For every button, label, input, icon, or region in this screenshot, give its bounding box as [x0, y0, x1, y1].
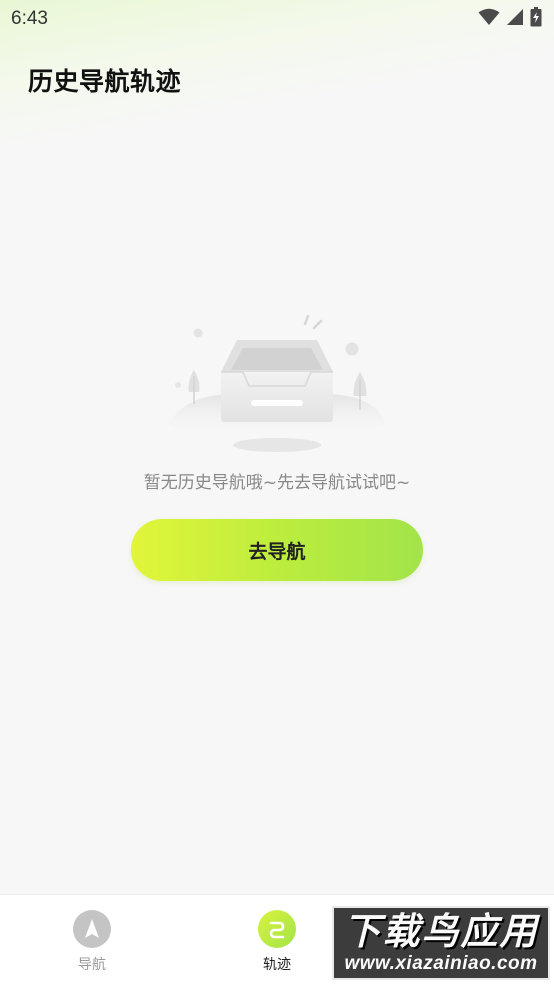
status-bar: 6:43: [0, 0, 554, 38]
signal-icon: [506, 8, 524, 30]
nav-item-navigation-label: 导航: [78, 957, 106, 973]
navigation-arrow-icon: [73, 910, 111, 948]
empty-state-message: 暂无历史导航哦~先去导航试试吧~: [143, 473, 411, 493]
empty-tray-icon: [165, 312, 389, 462]
wifi-icon: [478, 8, 500, 30]
nav-item-track-label: 轨迹: [263, 957, 291, 973]
watermark-url: www.xiazainiao.com: [344, 953, 538, 974]
watermark-title: 下载鸟应用: [343, 910, 539, 953]
battery-icon: [530, 7, 542, 31]
go-navigate-button[interactable]: 去导航: [131, 519, 423, 581]
status-time: 6:43: [11, 8, 48, 29]
screen: 6:43 历史导航轨迹 暂无历史导航哦~先去导航试试吧~ 去导航 导航 轨迹 下…: [0, 0, 554, 984]
watermark-badge: 下载鸟应用 www.xiazainiao.com: [332, 906, 550, 980]
status-icons: [478, 7, 542, 31]
nav-item-navigation[interactable]: 导航: [32, 895, 152, 984]
nav-item-track[interactable]: 轨迹: [217, 895, 337, 984]
page-title: 历史导航轨迹: [28, 67, 182, 96]
track-route-icon: [258, 910, 296, 948]
